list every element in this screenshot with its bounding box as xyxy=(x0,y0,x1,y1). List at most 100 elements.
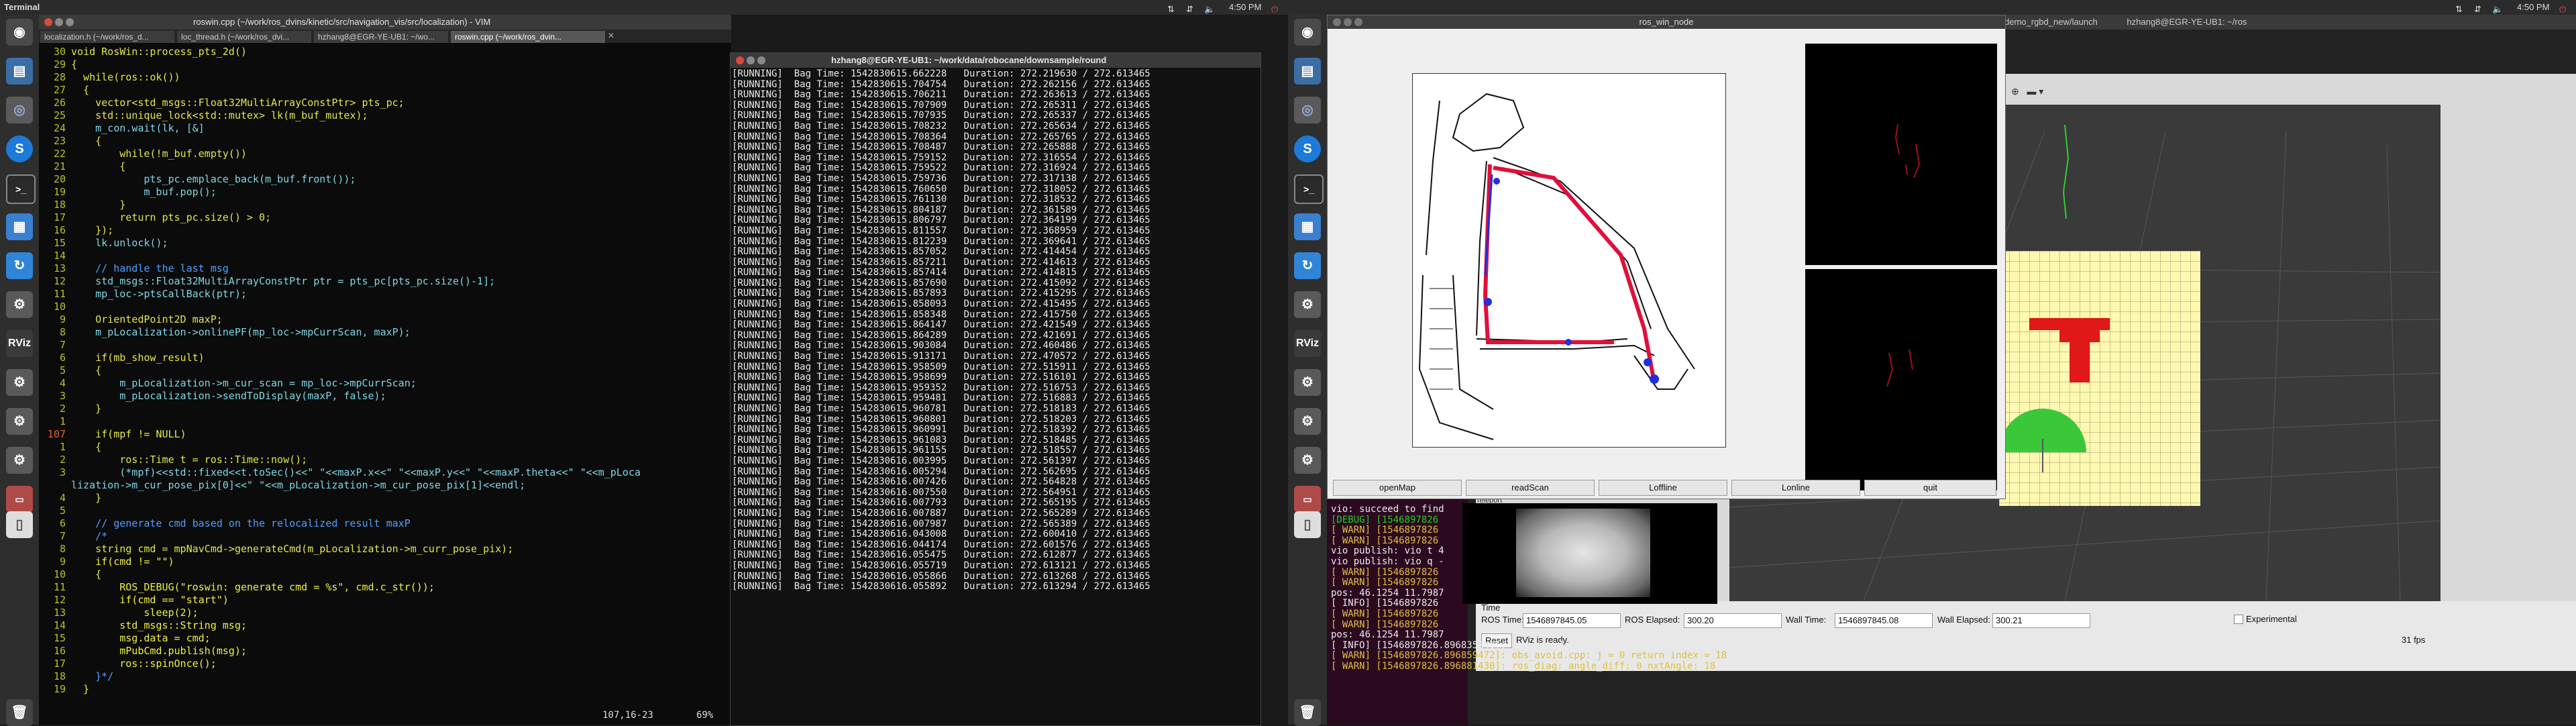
calculator-icon[interactable]: ▦ xyxy=(1294,213,1321,240)
code-line[interactable]: 19 m_buf.pop(); xyxy=(39,186,731,199)
code-line[interactable]: 8 string cmd = mpNavCmd->generateCmd(m_p… xyxy=(39,543,731,556)
chrome-icon[interactable]: ◎ xyxy=(6,97,33,123)
sort-icon[interactable]: ⇅ xyxy=(1167,2,1175,17)
code-line[interactable]: 9 OrientedPoint2D maxP; xyxy=(39,313,731,326)
code-line[interactable]: 12 if(cmd == "start") xyxy=(39,594,731,607)
quit-button[interactable]: quit xyxy=(1864,480,1996,496)
map-view[interactable] xyxy=(1412,73,1726,448)
settings-icon[interactable]: ⚙ xyxy=(6,291,33,318)
code-line[interactable]: 3 m_pLocalization->sendToDisplay(maxP, f… xyxy=(39,390,731,403)
code-line[interactable]: 15 lk.unlock(); xyxy=(39,237,731,250)
settings-icon-3[interactable]: ⚙ xyxy=(6,408,33,435)
terminal-icon[interactable]: >_ xyxy=(1294,174,1324,204)
trash-icon[interactable]: 🗑 xyxy=(1294,699,1321,726)
rviz-icon[interactable]: RViz xyxy=(6,330,33,357)
code-line[interactable]: 30 void RosWin::process_pts_2d() xyxy=(39,46,731,58)
document-icon[interactable]: ▯ xyxy=(6,511,33,538)
code-line[interactable]: 11 mp_loc->ptsCallBack(ptr); xyxy=(39,288,731,301)
rviz-toolbar-icons[interactable]: ⊕ ▬ ▾ xyxy=(2011,86,2145,101)
code-line[interactable]: 2 } xyxy=(39,403,731,415)
clock[interactable]: 4:50 PM xyxy=(2517,0,2549,15)
code-line[interactable]: 22 while(!m_buf.empty()) xyxy=(39,148,731,160)
close-button[interactable] xyxy=(736,56,744,64)
code-line[interactable]: 16 }); xyxy=(39,224,731,237)
code-line[interactable]: 17 ros::spinOnce(); xyxy=(39,658,731,670)
code-line[interactable]: 18 }*/ xyxy=(39,670,731,683)
code-line[interactable]: 6 if(mb_show_result) xyxy=(39,352,731,364)
maximize-button[interactable] xyxy=(757,56,765,64)
code-line[interactable]: 9 if(cmd != "") xyxy=(39,556,731,568)
code-line[interactable]: 25 std::unique_lock<std::mutex> lk(m_buf… xyxy=(39,109,731,122)
code-line[interactable]: 12 std_msgs::Float32MultiArrayConstPtr p… xyxy=(39,275,731,288)
open-map-button[interactable]: openMap xyxy=(1333,480,1462,496)
code-line[interactable]: 14 xyxy=(39,250,731,262)
code-line[interactable]: 17 return pts_pc.size() > 0; xyxy=(39,211,731,224)
skype-icon[interactable]: S xyxy=(6,136,33,162)
code-line[interactable]: 3 (*mpf)<<std::fixed<<t.toSec()<<" "<<ma… xyxy=(39,466,731,479)
code-line[interactable]: 1 xyxy=(39,415,731,428)
clock[interactable]: 4:50 PM xyxy=(1229,0,1261,15)
code-line[interactable]: 6 // generate cmd based on the relocaliz… xyxy=(39,517,731,530)
minimize-button[interactable] xyxy=(1344,18,1352,26)
code-line[interactable]: 19 } xyxy=(39,683,731,696)
document-icon[interactable]: ▯ xyxy=(1294,511,1321,538)
code-line[interactable]: 13 // handle the last msg xyxy=(39,262,731,275)
code-line[interactable]: lization->m_cur_pose_pix[0]<<" "<<m_pLoc… xyxy=(39,479,731,492)
maximize-button[interactable] xyxy=(1354,18,1362,26)
tab-localization-h[interactable]: localization.h (~/work/ros_d... xyxy=(40,31,174,43)
files-icon[interactable]: ▤ xyxy=(1294,58,1321,85)
tab-roswin-cpp[interactable]: roswin.cpp (~/work/ros_dvin... xyxy=(451,31,605,43)
code-line[interactable]: 10 { xyxy=(39,568,731,581)
code-line[interactable]: 5 { xyxy=(39,364,731,377)
code-line[interactable]: 10 xyxy=(39,301,731,313)
code-line[interactable]: 15 msg.data = cmd; xyxy=(39,632,731,645)
tab-close-icon[interactable]: ✕ xyxy=(608,31,614,40)
skype-icon[interactable]: S xyxy=(1294,136,1321,162)
calculator-icon[interactable]: ▦ xyxy=(6,213,33,240)
loffline-button[interactable]: Loffline xyxy=(1599,480,1727,496)
code-line[interactable]: 4 m_pLocalization->m_cur_scan = mp_loc->… xyxy=(39,377,731,390)
sync-icon[interactable]: ↻ xyxy=(6,252,33,279)
vim-editor[interactable]: 30 void RosWin::process_pts_2d() 29{28 whi… xyxy=(39,46,731,696)
settings-icon-2[interactable]: ⚙ xyxy=(6,369,33,396)
tab-terminal[interactable]: hzhang8@EGR-YE-UB1: ~/wo... xyxy=(314,31,448,43)
settings-icon-2[interactable]: ⚙ xyxy=(1294,369,1321,396)
files-icon[interactable]: ▤ xyxy=(6,58,33,85)
code-line[interactable]: 18 } xyxy=(39,199,731,211)
power-icon[interactable]: ⏻ xyxy=(1271,2,1278,17)
code-line[interactable]: 24 m_con.wait(lk, [&] xyxy=(39,122,731,135)
code-line[interactable]: 29 { xyxy=(39,58,731,71)
dash-home-icon[interactable]: ◉ xyxy=(1294,19,1321,46)
code-line[interactable]: 27 { xyxy=(39,84,731,97)
code-line[interactable]: 21 { xyxy=(39,160,731,173)
settings-icon[interactable]: ⚙ xyxy=(1294,291,1321,318)
rviz-icon[interactable]: RViz xyxy=(1294,330,1321,357)
dash-home-icon[interactable]: ◉ xyxy=(6,19,33,46)
code-line[interactable]: 11 ROS_DEBUG("roswin: generate cmd = %s"… xyxy=(39,581,731,594)
sync-icon[interactable]: ↻ xyxy=(1294,252,1321,279)
settings-icon-4[interactable]: ⚙ xyxy=(1294,447,1321,474)
settings-icon-3[interactable]: ⚙ xyxy=(1294,408,1321,435)
code-line[interactable]: 1 { xyxy=(39,441,731,454)
close-button[interactable] xyxy=(44,18,52,26)
minimize-button[interactable] xyxy=(747,56,755,64)
code-line[interactable]: 4 } xyxy=(39,492,731,505)
code-line[interactable]: 8 m_pLocalization->onlinePF(mp_loc->mpCu… xyxy=(39,326,731,339)
code-line[interactable]: 14 std_msgs::String msg; xyxy=(39,619,731,632)
code-line[interactable]: 13 sleep(2); xyxy=(39,607,731,619)
code-line[interactable]: 16 mPubCmd.publish(msg); xyxy=(39,645,731,658)
terminal-output[interactable]: [RUNNING] Bag Time: 1542830615.662228 Du… xyxy=(732,68,1259,592)
folder-icon[interactable]: ▭ xyxy=(6,486,33,513)
close-button[interactable] xyxy=(1333,18,1341,26)
tab-loc-thread-h[interactable]: loc_thread.h (~/work/ros_dvi... xyxy=(177,31,311,43)
code-line[interactable]: 20 pts_pc.emplace_back(m_buf.front()); xyxy=(39,173,731,186)
read-scan-button[interactable]: readScan xyxy=(1466,480,1595,496)
code-line[interactable]: 26 vector<std_msgs::Float32MultiArrayCon… xyxy=(39,97,731,109)
maximize-button[interactable] xyxy=(66,18,74,26)
code-line[interactable]: 28 while(ros::ok()) xyxy=(39,71,731,84)
code-line[interactable]: 2 ros::Time t = ros::Time::now(); xyxy=(39,454,731,466)
folder-icon[interactable]: ▭ xyxy=(1294,486,1321,513)
tab-launch[interactable]: demo_rgbd_new/launch xyxy=(2004,17,2098,27)
terminal-icon[interactable]: >_ xyxy=(6,174,36,204)
lonline-button[interactable]: Lonline xyxy=(1731,480,1860,496)
